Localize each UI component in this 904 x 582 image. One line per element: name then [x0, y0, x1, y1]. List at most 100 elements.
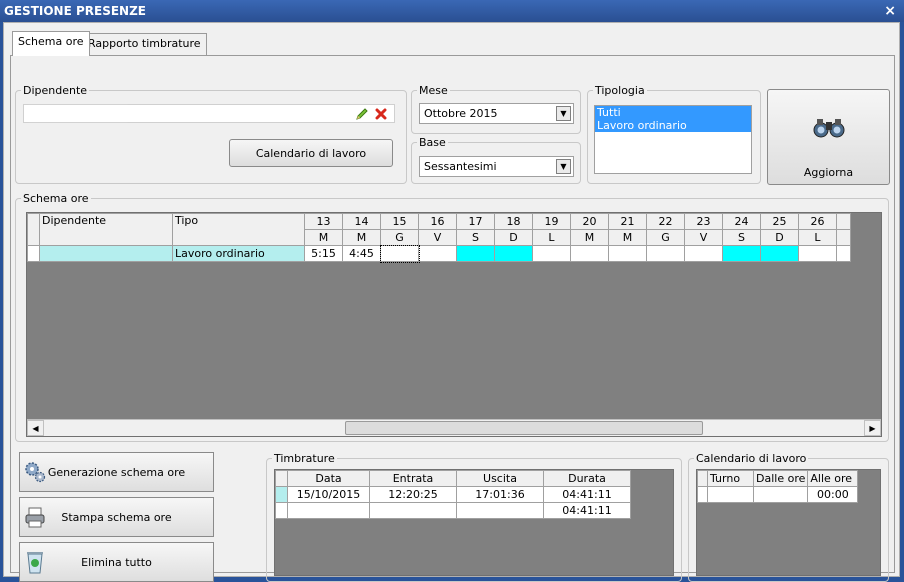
aggiorna-button[interactable]: Aggiorna	[767, 89, 890, 185]
day-cell[interactable]: 4:45	[342, 245, 381, 262]
table-row[interactable]: 00:00	[697, 486, 859, 503]
mese-select[interactable]: Ottobre 2015 ▼	[419, 103, 574, 124]
day-cell[interactable]	[570, 245, 609, 262]
day-number-header[interactable]: 17	[456, 213, 495, 230]
calendario-col-header[interactable]: Turno	[707, 470, 754, 487]
timbrature-cell[interactable]	[287, 502, 370, 519]
title-bar: GESTIONE PRESENZE ×	[0, 0, 904, 22]
schema-header-row: Dipendente Tipo 13 14 15 16 17 18 19 20 21 22 23 24…	[27, 213, 851, 246]
day-number-header[interactable]: 21	[608, 213, 647, 230]
timbrature-cell[interactable]: 15/10/2015	[287, 486, 370, 503]
chevron-down-icon[interactable]: ▼	[556, 159, 571, 174]
day-cell[interactable]	[646, 245, 685, 262]
day-number-header[interactable]: 26	[798, 213, 837, 230]
timbrature-cell[interactable]: 04:41:11	[543, 502, 631, 519]
app-window: GESTIONE PRESENZE × Schema ore Rapporto …	[0, 0, 904, 582]
day-number-header[interactable]: 15	[380, 213, 419, 230]
row-header-cell	[697, 486, 708, 503]
calendario-cell[interactable]	[752, 486, 809, 503]
calendario-cell[interactable]: 00:00	[807, 486, 859, 503]
edit-pencil-icon[interactable]	[354, 106, 370, 122]
timbrature-cell[interactable]: 17:01:36	[456, 486, 544, 503]
day-cell[interactable]	[722, 245, 761, 262]
calendario-col-header[interactable]: Dalle ore	[752, 470, 809, 487]
generazione-label: Generazione schema ore	[47, 465, 186, 479]
scroll-left-icon[interactable]: ◀	[27, 420, 44, 436]
elimina-tutto-button[interactable]: Elimina tutto	[19, 542, 214, 582]
day-cell[interactable]: 5:15	[304, 245, 343, 262]
extra-cell	[836, 245, 851, 262]
day-number-header[interactable]: 20	[570, 213, 609, 230]
dipendente-field[interactable]	[23, 104, 395, 123]
redacted-name	[28, 108, 128, 119]
tipologia-option[interactable]: Lavoro ordinario	[595, 119, 751, 132]
row-header-cell	[27, 213, 40, 246]
tab-rapporto-timbrature[interactable]: Rapporto timbrature	[82, 33, 207, 55]
timbrature-grid[interactable]: Data Entrata Uscita Durata 15/10/2015 12:20:…	[274, 469, 674, 576]
day-cell[interactable]	[684, 245, 723, 262]
tab-schema-ore[interactable]: Schema ore	[12, 31, 90, 56]
timbrature-cell[interactable]	[456, 502, 544, 519]
gears-icon	[25, 462, 46, 483]
scroll-right-icon[interactable]: ▶	[864, 420, 881, 436]
timbrature-col-header[interactable]: Data	[287, 470, 370, 487]
weekday-header: G	[646, 229, 685, 246]
timbrature-col-header[interactable]: Durata	[543, 470, 631, 487]
tipologia-list[interactable]: Tutti Lavoro ordinario	[594, 105, 752, 174]
timbrature-table: Data Entrata Uscita Durata 15/10/2015 12:20:…	[275, 470, 631, 519]
calendario-col-header[interactable]: Alle ore	[807, 470, 859, 487]
day-number-header[interactable]: 13	[304, 213, 343, 230]
delete-x-icon[interactable]	[374, 107, 388, 121]
weekday-header: M	[304, 229, 343, 246]
day-number-header[interactable]: 25	[760, 213, 799, 230]
weekday-header: M	[608, 229, 647, 246]
timbrature-col-header[interactable]: Entrata	[369, 470, 457, 487]
calendario-legend: Calendario di lavoro	[696, 452, 807, 465]
day-cell[interactable]	[456, 245, 495, 262]
day-cell[interactable]	[494, 245, 533, 262]
day-number-header[interactable]: 23	[684, 213, 723, 230]
day-number-header[interactable]: 24	[722, 213, 761, 230]
weekday-header: M	[342, 229, 381, 246]
day-number-header[interactable]: 19	[532, 213, 571, 230]
day-cell[interactable]	[379, 244, 420, 263]
stampa-schema-button[interactable]: Stampa schema ore	[19, 497, 214, 537]
day-cell[interactable]	[798, 245, 837, 262]
timbrature-cell[interactable]	[369, 502, 457, 519]
col-tipo[interactable]: Tipo	[172, 213, 305, 246]
dipendente-group: Dipendente	[15, 84, 407, 184]
cell-dipendente[interactable]	[39, 245, 173, 262]
generazione-schema-button[interactable]: Generazione schema ore	[19, 452, 214, 492]
close-icon[interactable]: ×	[884, 0, 896, 22]
schema-ore-grid[interactable]: Dipendente Tipo 13 14 15 16 17 18 19 20 21 22 23 24…	[26, 212, 882, 437]
timbrature-cell[interactable]: 12:20:25	[369, 486, 457, 503]
day-number-header[interactable]: 22	[646, 213, 685, 230]
base-select[interactable]: Sessantesimi ▼	[419, 156, 574, 177]
weekday-header: D	[760, 229, 799, 246]
day-cell[interactable]	[760, 245, 799, 262]
timbrature-cell[interactable]: 04:41:11	[543, 486, 631, 503]
calendario-header-row: Turno Dalle ore Alle ore	[697, 470, 859, 487]
day-cell[interactable]	[532, 245, 571, 262]
calendario-grid[interactable]: Turno Dalle ore Alle ore 00:00	[696, 469, 881, 576]
col-dipendente[interactable]: Dipendente	[39, 213, 173, 246]
table-row[interactable]: 04:41:11	[275, 502, 631, 519]
day-cell[interactable]	[418, 245, 457, 262]
table-row[interactable]: 15/10/2015 12:20:25 17:01:36 04:41:11	[275, 486, 631, 503]
calendario-lavoro-button[interactable]: Calendario di lavoro	[229, 139, 393, 167]
day-number-header[interactable]: 16	[418, 213, 457, 230]
calendario-cell[interactable]	[707, 486, 754, 503]
timbrature-col-header[interactable]: Uscita	[456, 470, 544, 487]
scrollbar-thumb[interactable]	[345, 421, 703, 435]
tipologia-legend: Tipologia	[595, 84, 645, 97]
tipologia-option[interactable]: Tutti	[595, 106, 751, 119]
table-row[interactable]: Lavoro ordinario 5:15 4:45	[27, 244, 851, 263]
day-number-header[interactable]: 14	[342, 213, 381, 230]
horizontal-scrollbar[interactable]: ◀ ▶	[27, 419, 881, 436]
day-cell[interactable]	[608, 245, 647, 262]
day-number-header[interactable]: 18	[494, 213, 533, 230]
chevron-down-icon[interactable]: ▼	[556, 106, 571, 121]
aggiorna-label: Aggiorna	[803, 166, 854, 179]
cell-tipo[interactable]: Lavoro ordinario	[172, 245, 305, 262]
weekday-header: M	[570, 229, 609, 246]
